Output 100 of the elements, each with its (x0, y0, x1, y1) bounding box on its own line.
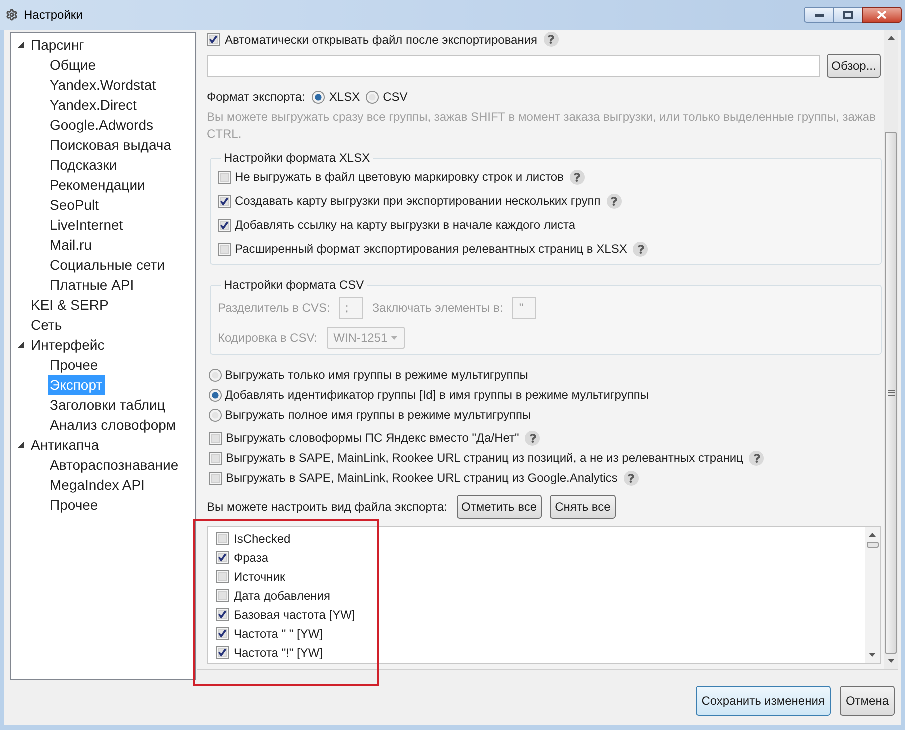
tree-item[interactable]: Антикапча (29, 435, 102, 455)
help-icon[interactable] (633, 242, 648, 256)
help-icon[interactable] (606, 194, 622, 208)
scrollbar-thumb[interactable] (885, 132, 897, 654)
checkbox[interactable] (209, 452, 222, 464)
radio-label: Выгружать только имя группы в режиме мультигруппы (225, 367, 528, 384)
checkbox[interactable] (218, 242, 231, 256)
tree-item[interactable]: MegaIndex API (48, 475, 147, 495)
columns-hint: Вы можете настроить вид файла экспорта: (207, 499, 448, 516)
checkbox-label: Добавлять ссылку на карту выгрузки в начале каждого листа (235, 217, 576, 234)
tree-item[interactable]: Yandex.Direct (48, 95, 139, 115)
tree-item[interactable]: Социальные сети (48, 255, 168, 275)
checkbox[interactable] (216, 551, 229, 564)
tree-item[interactable]: Прочее (48, 495, 100, 515)
scroll-down-arrow-icon (888, 659, 894, 663)
checkbox-label: Выгружать в SAPE, MainLink, Rookee URL страниц из Google.Analytics (226, 470, 618, 487)
tree-item[interactable]: Общие (48, 55, 98, 75)
list-scrollbar[interactable] (865, 527, 880, 663)
maximize-icon (843, 11, 853, 19)
browse-button[interactable]: Обзор... (827, 54, 881, 78)
checkbox[interactable] (218, 218, 231, 232)
tree-item[interactable]: Платные API (48, 275, 136, 295)
save-button[interactable]: Сохранить изменения (696, 686, 831, 716)
tree-item[interactable]: Парсинг (29, 35, 86, 55)
tree-item[interactable]: SeoPult (48, 195, 102, 215)
window-title: Настройки (24, 7, 83, 24)
caret-icon[interactable] (18, 42, 24, 48)
caret-icon[interactable] (18, 342, 24, 348)
radio-label: CSV (383, 89, 408, 106)
checkbox-label: Выгружать в SAPE, MainLink, Rookee URL страниц из позиций, а не из релевантных страниц (226, 450, 744, 467)
scroll-up-arrow-icon (869, 533, 876, 537)
gear-icon (6, 9, 18, 21)
scroll-up-arrow-icon (888, 36, 894, 40)
checkbox[interactable] (216, 589, 229, 602)
checkbox[interactable] (216, 608, 229, 621)
tree-item[interactable]: Сеть (29, 315, 64, 335)
checkbox[interactable] (218, 194, 231, 208)
cancel-button[interactable]: Отмена (840, 686, 895, 716)
help-icon[interactable] (525, 430, 540, 446)
radio-label: XLSX (329, 89, 360, 106)
tree-item[interactable]: Интерфейс (29, 335, 107, 355)
column-label: IsChecked (234, 530, 291, 548)
tree-item[interactable]: LiveInternet (48, 215, 126, 235)
caret-icon (390, 336, 398, 340)
tree-item[interactable]: Рекомендации (48, 175, 148, 195)
tree-item[interactable]: Прочее (48, 355, 100, 375)
checkbox[interactable] (216, 627, 229, 640)
close-button[interactable] (862, 7, 902, 23)
help-icon[interactable] (624, 470, 639, 486)
checkbox[interactable] (218, 170, 231, 184)
checkbox-label: Не выгружать в файл цветовую маркировку строк и листов (235, 169, 564, 186)
checkbox[interactable] (216, 570, 229, 583)
radio-button[interactable] (209, 368, 222, 382)
tree-item[interactable]: Анализ словоформ (48, 415, 178, 435)
help-icon[interactable] (749, 450, 764, 466)
radio-button[interactable] (366, 90, 380, 104)
checkbox-label: Выгружать словоформы ПС Яндекс вместо "Да/Нет" (226, 430, 520, 447)
hint-text: Вы можете выгружать сразу все группы, зажав SHIFT в момент заказа выгрузки, или только выделенные группы, зажав CTRL. (207, 109, 877, 143)
column-label: Фраза (234, 550, 269, 566)
maximize-button[interactable] (834, 7, 862, 23)
checkbox-label: Автоматически открывать файл после экспортирования (225, 32, 538, 48)
radio-button[interactable] (209, 388, 222, 402)
tree-item[interactable]: Подсказки (48, 155, 120, 175)
column-label: Дата добавления (234, 588, 330, 604)
path-field[interactable] (207, 55, 820, 77)
tree-item[interactable]: KEI & SERP (29, 295, 111, 315)
tree-item[interactable]: Поисковая выдача (48, 135, 174, 155)
column-label: Частота " " [YW] (234, 626, 323, 642)
check-all-button[interactable]: Отметить все (456, 495, 542, 519)
group-title: Настройки формата XLSX (223, 151, 372, 165)
column-label: Частота "!" [YW] (234, 644, 323, 662)
column-label: Источник (234, 568, 286, 586)
caret-icon[interactable] (18, 442, 24, 448)
radio-label: Добавлять идентификатор группы [Id] в имя группы в режиме мультигруппы (225, 387, 649, 404)
uncheck-all-button[interactable]: Снять все (550, 495, 616, 519)
tree-item[interactable]: Заголовки таблиц (48, 395, 168, 415)
help-icon[interactable] (570, 170, 585, 184)
radio-button[interactable] (209, 408, 222, 422)
checkbox[interactable] (216, 646, 229, 659)
close-icon (877, 11, 887, 19)
help-icon[interactable] (544, 32, 559, 47)
tree-item[interactable]: Google.Adwords (48, 115, 156, 135)
checkbox[interactable] (216, 532, 229, 545)
tree-item[interactable]: Автораспознавание (48, 455, 181, 475)
checkbox[interactable] (207, 33, 220, 46)
checkbox-label: Создавать карту выгрузки при экспортировании нескольких групп (235, 193, 601, 210)
checkbox[interactable] (209, 432, 222, 444)
encoding-label: Кодировка в CSV: (218, 330, 318, 347)
group-title: Настройки формата CSV (223, 278, 366, 292)
grip-icon (888, 390, 894, 396)
column-label: Базовая частота [YW] (234, 606, 356, 624)
format-label: Формат экспорта: (207, 89, 306, 106)
delimiter-label: Разделитель в CVS: (218, 300, 330, 317)
radio-button[interactable] (312, 90, 326, 104)
panel-scrollbar[interactable] (884, 30, 898, 669)
scrollbar-thumb[interactable] (866, 542, 878, 548)
tree-item[interactable]: Yandex.Wordstat (48, 75, 158, 95)
minimize-button[interactable] (804, 7, 834, 23)
checkbox[interactable] (209, 472, 222, 484)
tree-item[interactable]: Mail.ru (48, 235, 94, 255)
